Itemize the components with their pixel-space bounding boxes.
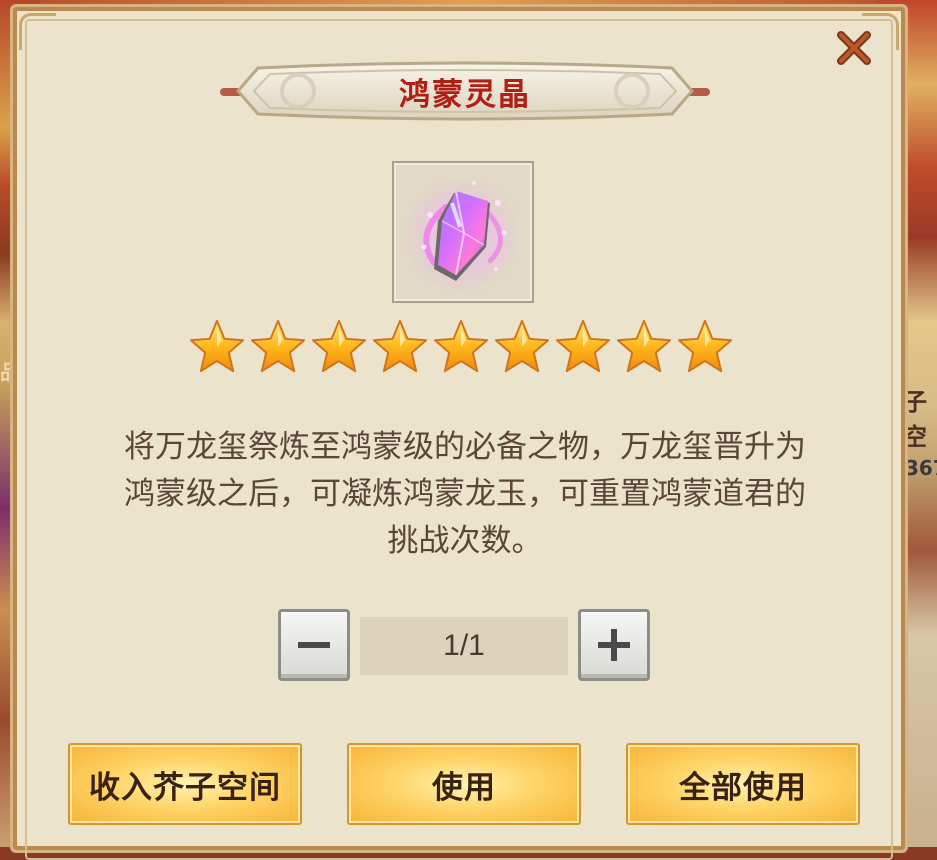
star-icon	[372, 319, 428, 373]
item-description: 将万龙玺祭炼至鸿蒙级的必备之物，万龙玺晋升为 鸿蒙级之后，可凝炼鸿蒙龙玉，可重置…	[70, 424, 860, 565]
star-icon	[433, 319, 489, 373]
star-icon	[250, 319, 306, 373]
description-line: 鸿蒙级之后，可凝炼鸿蒙龙玉，可重置鸿蒙道君的	[124, 476, 806, 512]
item-icon-frame	[392, 161, 534, 303]
plus-icon	[598, 629, 630, 661]
quantity-display[interactable]: 1/1	[360, 617, 568, 675]
star-icon	[189, 319, 245, 373]
corner-ornament	[19, 13, 56, 50]
minus-icon	[298, 642, 330, 648]
background-text-fragment: 367	[905, 456, 937, 480]
description-line: 挑战次数。	[387, 523, 543, 559]
star-icon	[555, 319, 611, 373]
decrease-quantity-button[interactable]	[278, 609, 350, 681]
background-text-fragment: 子空	[903, 388, 927, 451]
use-all-button[interactable]: 全部使用	[626, 743, 860, 825]
dialog-title: 鸿蒙灵晶	[399, 76, 531, 113]
store-to-space-button[interactable]: 收入芥子空间	[68, 743, 302, 825]
star-icon	[616, 319, 672, 373]
use-button[interactable]: 使用	[347, 743, 581, 825]
star-rating	[188, 318, 748, 380]
increase-quantity-button[interactable]	[578, 609, 650, 681]
close-icon	[837, 31, 871, 65]
description-line: 将万龙玺祭炼至鸿蒙级的必备之物，万龙玺晋升为	[124, 429, 806, 465]
star-icon	[311, 319, 367, 373]
close-button[interactable]	[834, 28, 874, 68]
title-banner: 鸿蒙灵晶	[218, 58, 712, 124]
star-icon	[677, 319, 733, 373]
star-icon	[494, 319, 550, 373]
purple-crystal-icon	[404, 177, 520, 293]
